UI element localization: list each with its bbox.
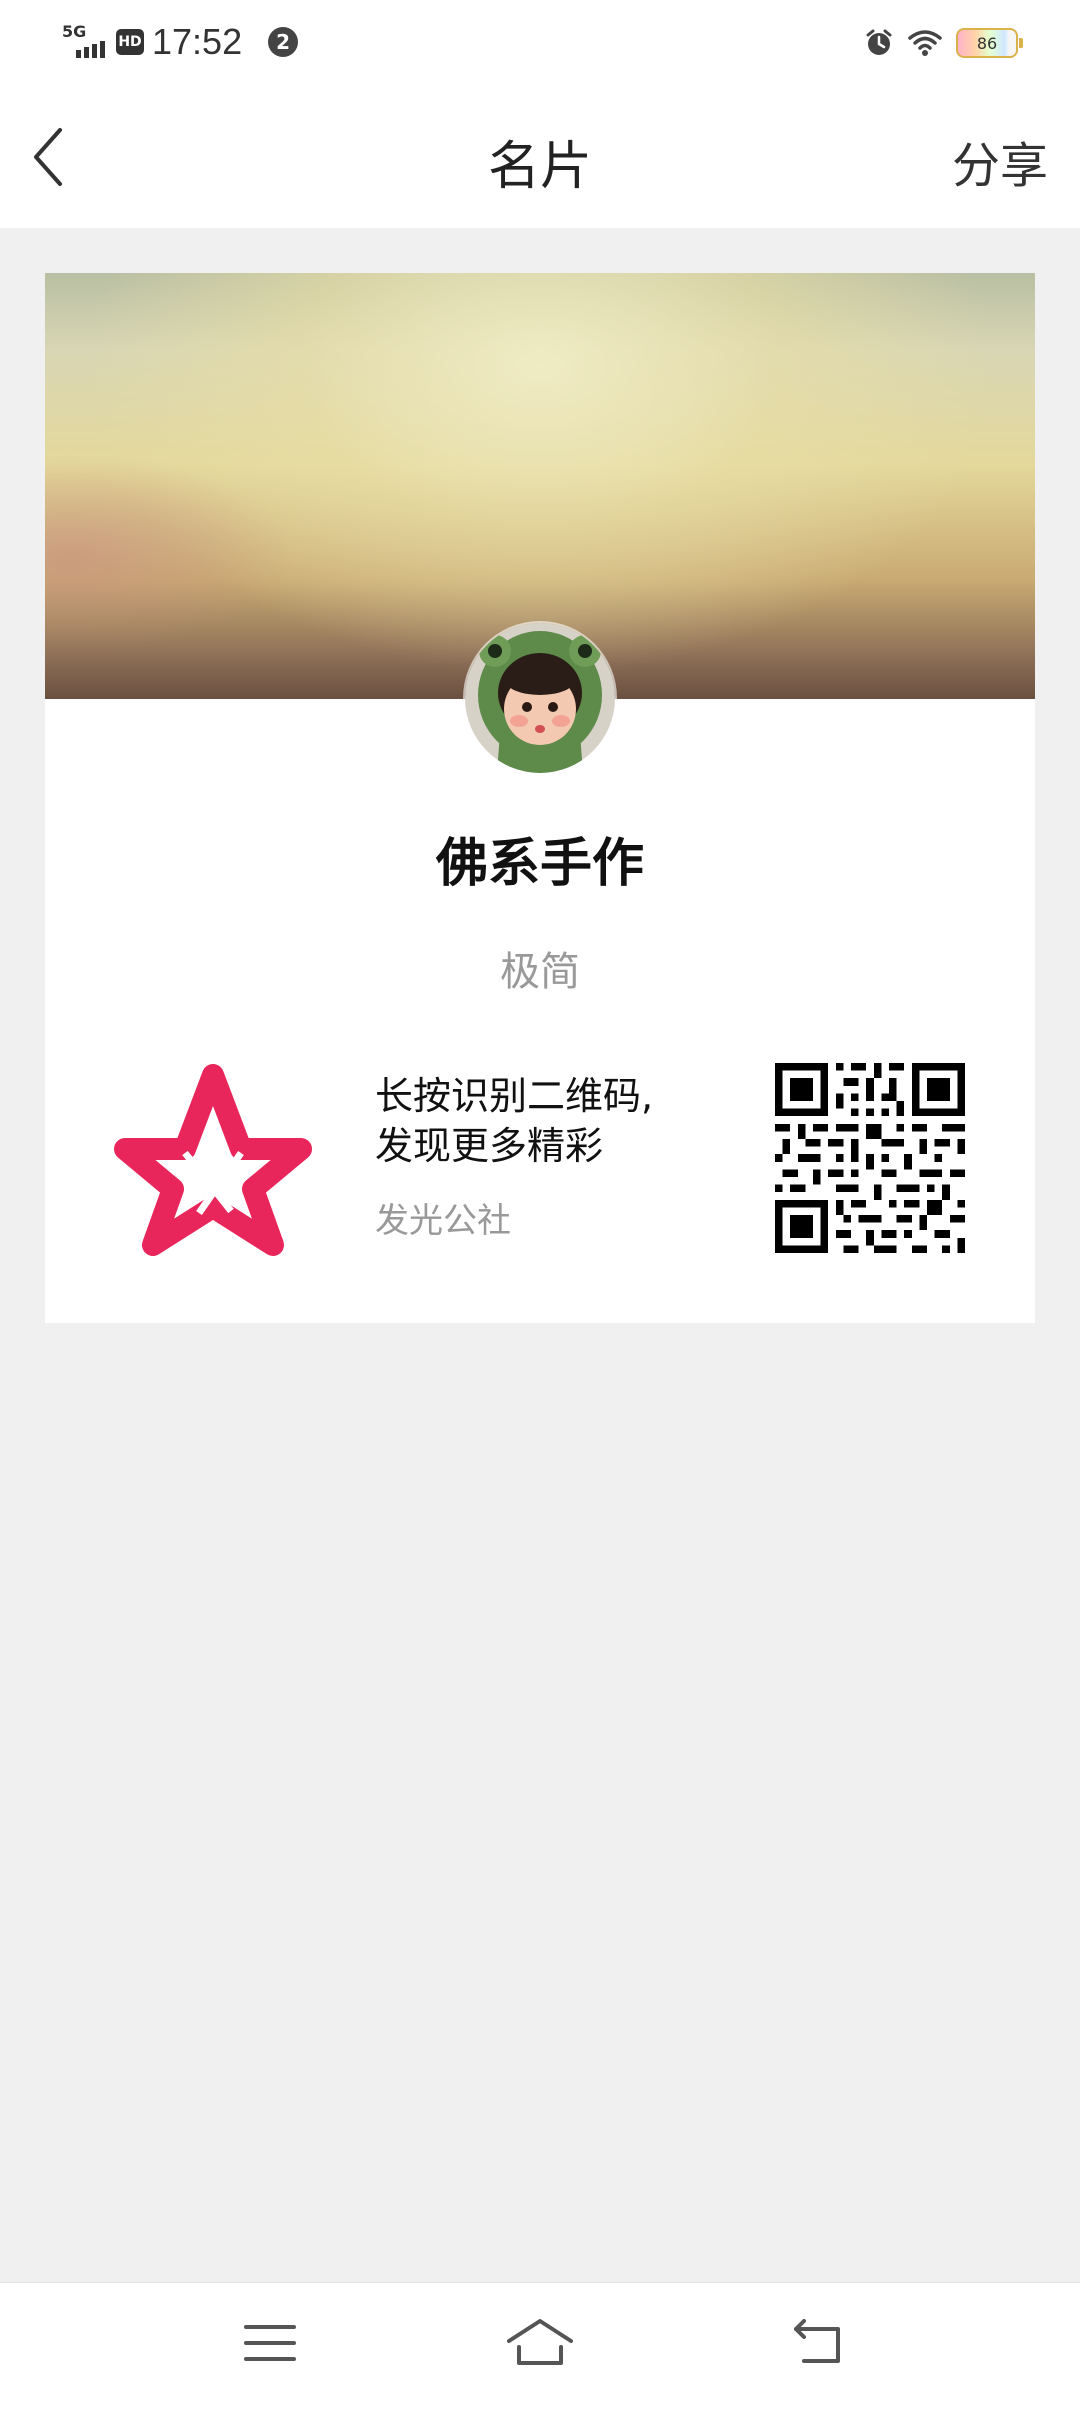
qr-hint-line1: 长按识别二维码, bbox=[375, 1074, 654, 1118]
status-bar: 5G HD 17:52 2 86 bbox=[0, 0, 1080, 84]
page-title: 名片 bbox=[487, 137, 592, 197]
return-icon bbox=[794, 2319, 840, 2363]
back-nav-button[interactable] bbox=[790, 2313, 850, 2373]
avatar-image bbox=[465, 623, 615, 773]
qr-hint: 长按识别二维码, 发现更多精彩 bbox=[375, 1071, 653, 1171]
share-button[interactable]: 分享 bbox=[952, 126, 1048, 196]
hd-badge: HD bbox=[116, 29, 144, 55]
menu-icon bbox=[244, 2325, 296, 2361]
network-type: 5G bbox=[62, 22, 87, 41]
notification-count-badge: 2 bbox=[268, 27, 299, 57]
business-card: 佛系手作 极简 长按识别二维码, 发现更多精彩 发光公社 bbox=[45, 273, 1035, 1323]
wifi-icon bbox=[908, 30, 942, 56]
clock: 17:52 bbox=[152, 21, 243, 62]
alarm-icon bbox=[866, 29, 892, 55]
qr-code[interactable] bbox=[775, 1063, 965, 1253]
qr-hint-line2: 发现更多精彩 bbox=[375, 1124, 604, 1168]
system-nav-bar bbox=[0, 2282, 1080, 2409]
home-icon bbox=[507, 2319, 573, 2365]
brand-name: 发光公社 bbox=[375, 1201, 511, 1241]
profile-name: 佛系手作 bbox=[435, 834, 644, 894]
avatar[interactable] bbox=[465, 623, 615, 773]
signal-icon: 5G bbox=[62, 22, 110, 62]
title-bar: 名片 分享 bbox=[0, 84, 1080, 228]
battery-indicator: 86 bbox=[956, 28, 1023, 58]
profile-signature: 极简 bbox=[500, 949, 580, 995]
brand-star-logo bbox=[114, 1064, 312, 1256]
menu-button[interactable] bbox=[240, 2313, 300, 2373]
home-button[interactable] bbox=[505, 2313, 575, 2373]
